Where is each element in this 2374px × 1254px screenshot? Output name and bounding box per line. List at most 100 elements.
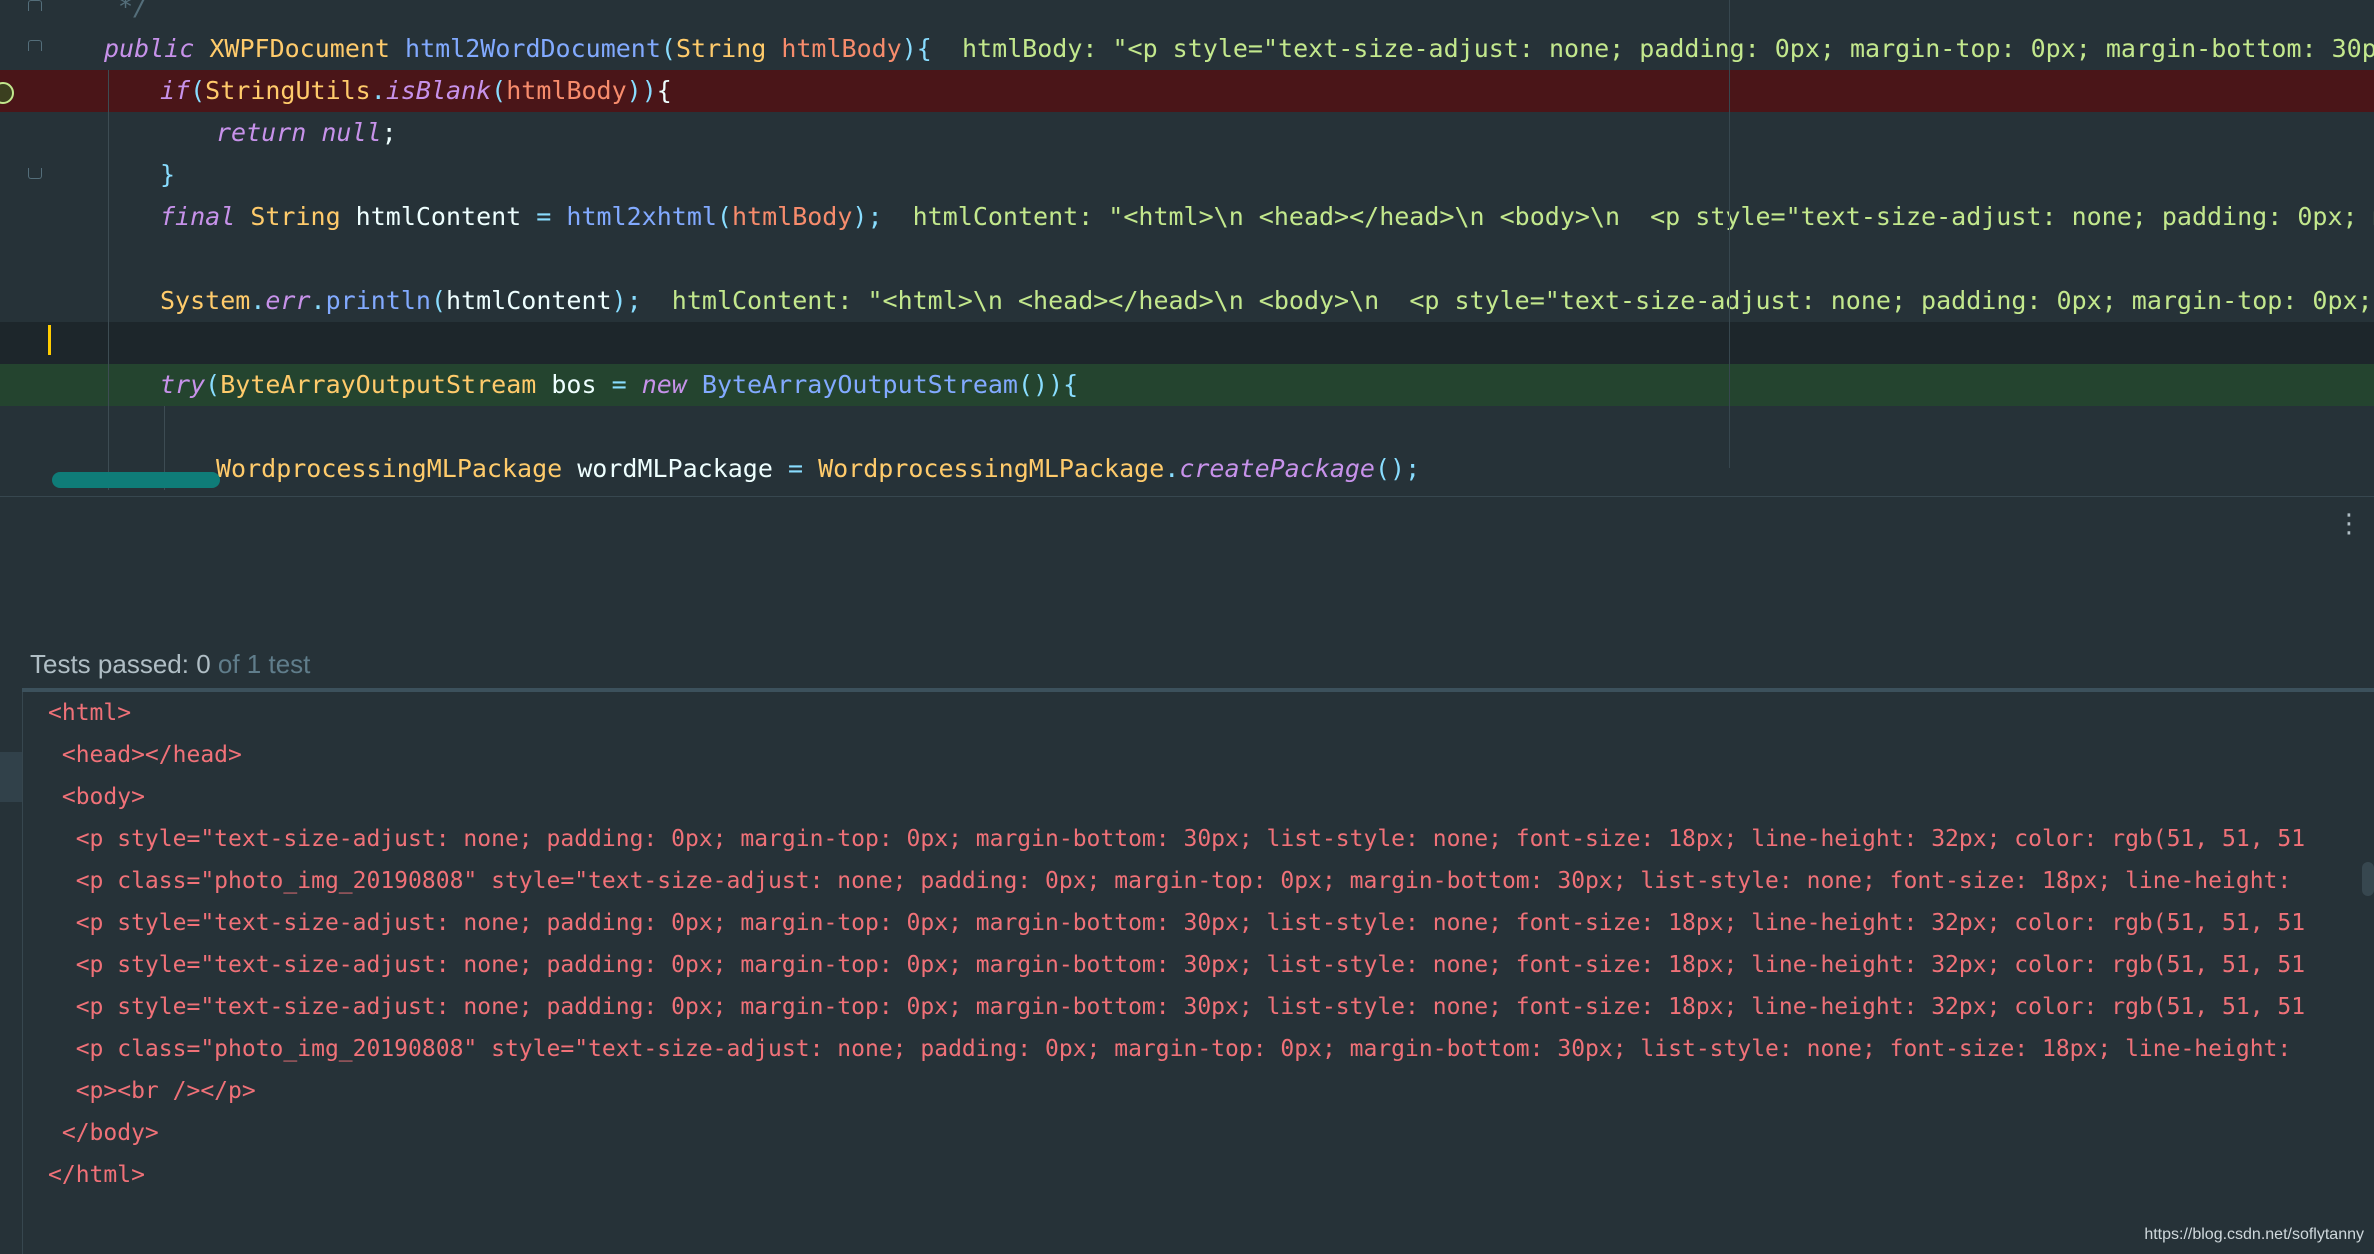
- code-token: =: [611, 370, 642, 399]
- debug-inline-value: htmlBody: "<p style="text-size-adjust: n…: [961, 34, 2374, 63]
- code-token: (: [716, 202, 732, 231]
- code-line-empty[interactable]: [0, 238, 2374, 280]
- code-token: htmlContent: [446, 286, 612, 315]
- code-token: println: [325, 286, 431, 315]
- line-code: public XWPFDocument html2WordDocument(St…: [104, 28, 2374, 70]
- console-line[interactable]: <html>: [48, 692, 131, 734]
- tests-status: Tests passed: 0 of 1 test: [30, 644, 310, 684]
- console-line[interactable]: <p class="photo_img_20190808" style="tex…: [48, 860, 2305, 902]
- code-line-breakpoint[interactable]: if(StringUtils.isBlank(htmlBody)){: [0, 70, 2374, 112]
- code-token: );: [611, 286, 642, 315]
- code-token: htmlBody: [506, 76, 627, 105]
- indent-guide: [108, 70, 109, 490]
- console-line[interactable]: <p style="text-size-adjust: none; paddin…: [48, 902, 2305, 944]
- console-line[interactable]: <p style="text-size-adjust: none; paddin…: [48, 944, 2305, 986]
- code-token: (: [660, 34, 676, 63]
- code-token: ()){: [1017, 370, 1079, 399]
- code-line-html-content[interactable]: final String htmlContent = html2xhtml(ht…: [0, 196, 2374, 238]
- right-margin-guide: [1729, 0, 1730, 468]
- code-line-return[interactable]: return null;: [0, 112, 2374, 154]
- text-caret: [48, 325, 51, 355]
- code-token: null: [321, 118, 382, 147]
- code-line-comment-end[interactable]: */: [0, 0, 2374, 28]
- code-line-execution-point[interactable]: try(ByteArrayOutputStream bos = new Byte…: [0, 364, 2374, 406]
- code-token: try: [160, 370, 206, 399]
- code-token: String: [675, 34, 782, 63]
- code-token: );: [852, 202, 883, 231]
- console-scrollbar-thumb[interactable]: [2362, 862, 2374, 896]
- run-panel-header: ☰: [0, 551, 2374, 1152]
- watermark: https://blog.csdn.net/soflytanny: [2144, 1226, 2364, 1243]
- code-line-println[interactable]: System.err.println(htmlContent); htmlCon…: [0, 280, 2374, 322]
- code-token: htmlBody: [731, 202, 853, 231]
- line-code: try(ByteArrayOutputStream bos = new Byte…: [160, 364, 1078, 406]
- console-gutter: [0, 692, 23, 1254]
- code-token: =: [787, 454, 819, 483]
- breakpoint-icon[interactable]: [0, 82, 14, 104]
- more-options-icon[interactable]: ⋮: [2336, 511, 2362, 537]
- line-code: }: [160, 154, 175, 196]
- line-code: if(StringUtils.isBlank(htmlBody)){: [160, 70, 672, 112]
- code-line-current[interactable]: [0, 322, 2374, 364]
- debug-inline-value: htmlContent: "<html>\n <head></head>\n <…: [882, 202, 2374, 231]
- code-line-wordml[interactable]: WordprocessingMLPackage wordMLPackage = …: [0, 448, 2374, 490]
- code-token: final: [160, 202, 251, 231]
- code-token: public: [104, 34, 210, 63]
- code-line-close-brace[interactable]: }: [0, 154, 2374, 196]
- horizontal-scrollbar-thumb[interactable]: [52, 472, 220, 488]
- code-token: (: [190, 76, 206, 105]
- code-token: return: [216, 118, 322, 147]
- code-token: new: [641, 370, 702, 399]
- code-token: .: [310, 286, 326, 315]
- code-token: .: [250, 286, 266, 315]
- line-code: */: [118, 0, 148, 28]
- line-code: System.err.println(htmlContent); htmlCon…: [160, 280, 2374, 322]
- code-token: XWPFDocument: [209, 34, 406, 63]
- console-line[interactable]: <body>: [48, 776, 145, 818]
- console-output[interactable]: <html> <head></head> <body> <p style="te…: [0, 692, 2374, 1254]
- console-line[interactable]: <head></head>: [48, 734, 242, 776]
- code-token: bos: [551, 370, 612, 399]
- console-line[interactable]: <p style="text-size-adjust: none; paddin…: [48, 818, 2305, 860]
- tests-passed-label: Tests passed: 0: [30, 649, 211, 679]
- code-token: (: [430, 286, 447, 315]
- code-line-method-signature[interactable]: public XWPFDocument html2WordDocument(St…: [0, 28, 2374, 70]
- code-token: ){: [901, 34, 932, 63]
- code-line-empty[interactable]: [0, 406, 2374, 448]
- code-token: wordMLPackage: [577, 454, 788, 483]
- code-token: String: [250, 202, 356, 231]
- code-token: html2WordDocument: [405, 34, 661, 63]
- panel-divider[interactable]: ⋮: [0, 496, 2374, 552]
- code-token: ();: [1374, 454, 1421, 483]
- code-token: htmlBody: [781, 34, 902, 63]
- code-token: }: [160, 160, 176, 189]
- console-line[interactable]: </body>: [48, 1112, 159, 1154]
- code-token: */: [118, 0, 149, 21]
- line-code: return null;: [216, 112, 397, 154]
- code-token: =: [536, 202, 567, 231]
- code-token: )): [626, 76, 657, 105]
- console-line[interactable]: <p class="photo_img_20190808" style="tex…: [48, 1028, 2305, 1070]
- code-token: System: [160, 286, 251, 315]
- code-token: ;: [381, 118, 397, 147]
- code-token: .: [1164, 454, 1180, 483]
- code-token: .: [370, 76, 386, 105]
- tests-total-label: of 1 test: [217, 649, 311, 679]
- code-token: if: [160, 76, 191, 105]
- code-token: (: [491, 76, 507, 105]
- code-token: ByteArrayOutputStream: [220, 370, 552, 399]
- console-line[interactable]: <p style="text-size-adjust: none; paddin…: [48, 986, 2305, 1028]
- console-line[interactable]: <p><br /></p>: [48, 1070, 256, 1112]
- code-token: html2xhtml: [566, 202, 717, 231]
- code-editor[interactable]: */ public XWPFDocument html2WordDocument…: [0, 0, 2374, 496]
- console-line[interactable]: </html>: [48, 1154, 145, 1196]
- debug-inline-value: htmlContent: "<html>\n <head></head>\n <…: [641, 286, 2374, 315]
- code-token: StringUtils: [205, 76, 371, 105]
- line-code: final String htmlContent = html2xhtml(ht…: [160, 196, 2374, 238]
- code-token: isBlank: [385, 76, 492, 105]
- code-token: err: [265, 286, 311, 315]
- line-code: WordprocessingMLPackage wordMLPackage = …: [216, 448, 1420, 490]
- code-token: WordprocessingMLPackage: [216, 454, 578, 483]
- code-token: {: [656, 76, 672, 105]
- code-token: WordprocessingMLPackage: [818, 454, 1165, 483]
